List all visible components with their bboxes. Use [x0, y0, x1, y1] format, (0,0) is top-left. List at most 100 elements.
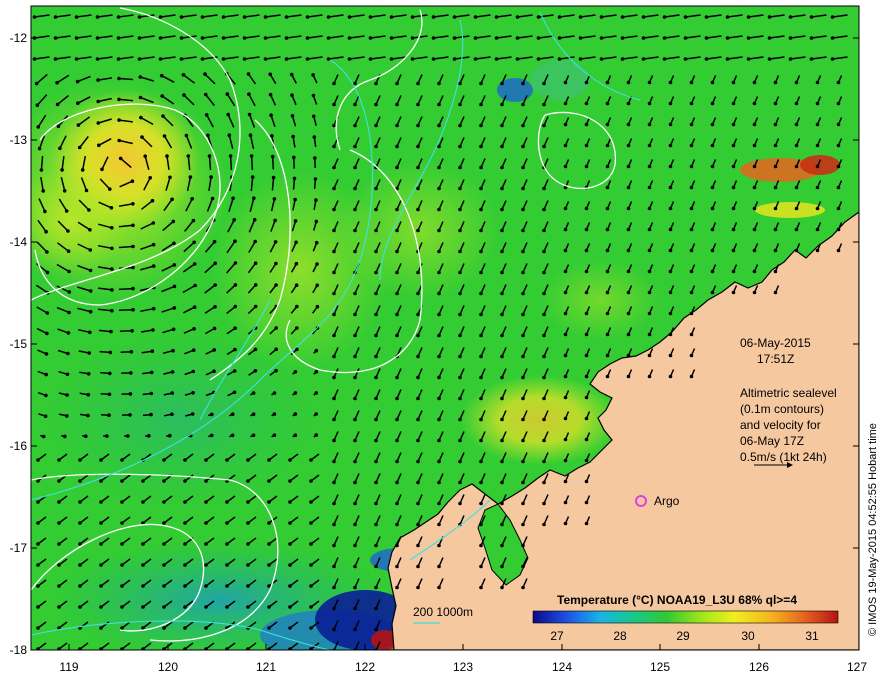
velocity-arrow-head — [479, 565, 483, 569]
velocity-arrow-head — [606, 270, 610, 274]
velocity-arrow-head — [690, 312, 694, 316]
velocity-arrow-head — [437, 586, 441, 590]
velocity-arrow-head — [254, 369, 258, 373]
velocity-arrow-head — [395, 103, 399, 107]
velocity-arrow-head — [63, 189, 67, 193]
velocity-arrow-head — [204, 605, 208, 609]
velocity-arrow-head — [564, 312, 568, 316]
sealevel-line-1: Altimetric sealevel — [740, 386, 837, 400]
velocity-arrow-head — [353, 145, 357, 149]
velocity-arrow-head — [110, 309, 114, 313]
velocity-arrow-head — [120, 500, 124, 504]
velocity-arrow-head — [315, 241, 319, 245]
velocity-arrow-head — [542, 229, 546, 233]
velocity-arrow-head — [395, 313, 399, 317]
velocity-arrow-head — [831, 36, 835, 40]
velocity-arrow-head — [816, 186, 820, 190]
velocity-arrow-head — [416, 313, 420, 317]
velocity-arrow-head — [213, 305, 217, 309]
velocity-arrow-head — [690, 354, 694, 358]
velocity-arrow-head — [231, 197, 235, 201]
velocity-arrow-head — [648, 165, 652, 169]
velocity-arrow-head — [97, 121, 101, 125]
velocity-arrow-head — [432, 36, 436, 40]
velocity-arrow-head — [521, 103, 525, 107]
velocity-arrow-head — [416, 565, 420, 569]
velocity-arrow-head — [120, 521, 124, 525]
velocity-arrow-head — [288, 605, 292, 609]
velocity-arrow-head — [332, 502, 336, 506]
velocity-arrow-head — [500, 481, 504, 485]
velocity-arrow-head — [395, 397, 399, 401]
velocity-arrow-head — [495, 36, 499, 40]
velocity-arrow-head — [100, 168, 104, 172]
velocity-arrow-head — [353, 481, 357, 485]
velocity-arrow-head — [732, 207, 736, 211]
velocity-arrow-head — [542, 271, 546, 275]
velocity-arrow-head — [138, 15, 142, 19]
colorbar-tick-28: 28 — [613, 629, 627, 643]
velocity-arrow-head — [254, 261, 258, 265]
velocity-arrow-head — [479, 313, 483, 317]
velocity-arrow-head — [795, 102, 799, 106]
velocity-arrow-head — [294, 412, 298, 416]
velocity-arrow-head — [432, 57, 436, 61]
velocity-arrow-head — [500, 145, 504, 149]
velocity-arrow-head — [309, 500, 313, 504]
velocity-arrow-head — [374, 313, 378, 317]
velocity-arrow-head — [58, 147, 62, 151]
colorbar-tick-31: 31 — [805, 629, 819, 643]
velocity-arrow-head — [273, 197, 277, 201]
velocity-arrow-head — [183, 500, 187, 504]
velocity-arrow-head — [479, 418, 483, 422]
velocity-arrow-head — [56, 103, 60, 107]
velocity-arrow-head — [374, 502, 378, 506]
velocity-arrow-head — [627, 186, 631, 190]
velocity-arrow-head — [669, 228, 673, 232]
velocity-arrow-head — [108, 187, 112, 191]
velocity-arrow-head — [183, 626, 187, 630]
velocity-arrow-head — [789, 57, 793, 61]
velocity-arrow-head — [395, 523, 399, 527]
velocity-arrow-head — [726, 57, 730, 61]
velocity-arrow-head — [141, 542, 145, 546]
velocity-arrow-head — [149, 413, 153, 417]
velocity-arrow-head — [173, 285, 177, 289]
velocity-arrow-head — [374, 145, 378, 149]
velocity-arrow-head — [271, 155, 275, 159]
velocity-arrow-head — [642, 15, 646, 19]
velocity-arrow-head — [395, 250, 399, 254]
velocity-arrow-head — [67, 270, 71, 274]
velocity-arrow-head — [45, 352, 49, 356]
y-tick-15: -15 — [10, 337, 28, 351]
velocity-arrow-head — [252, 434, 256, 438]
velocity-arrow-head — [36, 458, 40, 462]
velocity-arrow-head — [192, 241, 196, 245]
velocity-arrow-head — [453, 15, 457, 19]
argo-label: Argo — [654, 494, 680, 508]
velocity-arrow-head — [437, 460, 441, 464]
velocity-arrow-head — [416, 544, 420, 548]
velocity-arrow-head — [249, 133, 253, 137]
velocity-arrow-head — [77, 123, 81, 127]
velocity-arrow-head — [353, 334, 357, 338]
velocity-arrow-head — [150, 392, 154, 396]
velocity-arrow — [231, 156, 232, 170]
velocity-arrow-head — [711, 207, 715, 211]
velocity-arrow-head — [108, 372, 112, 376]
velocity-arrow-head — [542, 292, 546, 296]
velocity-arrow-head — [353, 418, 357, 422]
velocity-arrow-head — [585, 228, 589, 232]
velocity-arrow-head — [117, 118, 121, 122]
velocity-arrow-head — [416, 82, 420, 86]
velocity-arrow-head — [210, 413, 214, 417]
velocity-arrow-head — [753, 228, 757, 232]
velocity-arrow-head — [172, 328, 176, 332]
velocity-arrow-head — [120, 479, 124, 483]
velocity-arrow-head — [192, 348, 196, 352]
velocity-arrow-head — [170, 391, 174, 395]
velocity-arrow-head — [795, 249, 799, 253]
velocity-arrow-head — [288, 479, 292, 483]
velocity-arrow-head — [285, 57, 289, 61]
velocity-arrow-head — [395, 145, 399, 149]
